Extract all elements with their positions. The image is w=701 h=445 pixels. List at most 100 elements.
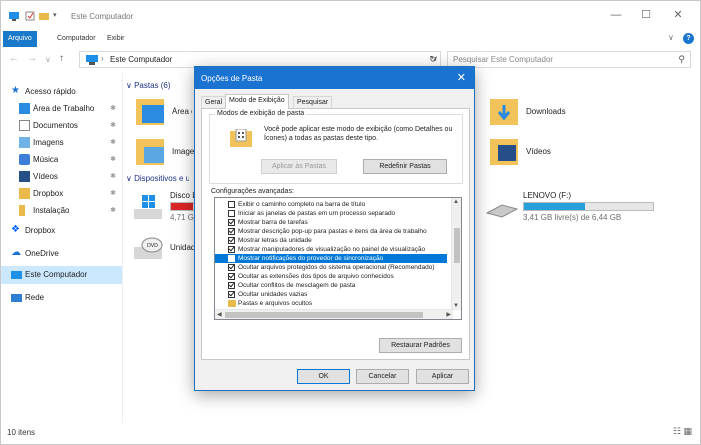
setting-checkbox[interactable] (228, 228, 235, 235)
cancel-button[interactable]: Cancelar (356, 369, 409, 384)
large-icons-view-icon[interactable]: ▦ (683, 426, 692, 436)
setting-checkbox[interactable] (228, 273, 235, 280)
scroll-up-icon[interactable]: ▲ (453, 199, 459, 205)
sidebar-item-label: OneDrive (25, 249, 59, 258)
advanced-settings-list[interactable]: Pastas e arquivos ocultos Ocultar unidade… (214, 197, 462, 320)
folder-area-de-trabalho[interactable]: Área de Trabalho (136, 95, 196, 131)
settings-row[interactable]: Mostrar letras da unidade (215, 236, 447, 245)
pin-icon[interactable]: ✱ (110, 189, 116, 197)
scroll-left-icon[interactable]: ◀ (217, 311, 222, 318)
scrollbar-thumb[interactable] (454, 228, 460, 263)
recent-dropdown-icon[interactable]: ∨ (45, 55, 51, 64)
tab-geral[interactable]: Geral (201, 96, 227, 108)
settings-row[interactable]: Pastas e arquivos ocultos (215, 299, 447, 308)
sidebar-item-label: Documentos (33, 121, 78, 130)
sidebar-item-onedrive[interactable]: ☁ OneDrive (1, 245, 122, 263)
computer-icon (11, 271, 22, 279)
setting-checkbox[interactable] (228, 255, 235, 262)
pin-icon[interactable]: ✱ (110, 121, 116, 129)
drive-disco-local[interactable]: Disco Local 4,71 GB livre(s) (134, 189, 196, 229)
settings-row[interactable]: Mostrar barra de tarefas (215, 218, 447, 227)
pin-icon[interactable]: ✱ (110, 206, 116, 214)
properties-icon[interactable] (25, 11, 35, 21)
scrollbar-thumb[interactable] (225, 312, 423, 318)
help-icon[interactable]: ? (683, 33, 694, 44)
minimize-button[interactable]: — (605, 7, 627, 23)
sidebar-item-imagens[interactable]: Imagens ✱ (1, 134, 122, 152)
breadcrumb[interactable]: Este Computador (110, 55, 172, 64)
horizontal-scrollbar[interactable]: ◀ ▶ (215, 309, 453, 319)
maximize-button[interactable]: ☐ (635, 7, 657, 23)
pin-icon[interactable]: ✱ (110, 172, 116, 180)
setting-checkbox[interactable] (228, 264, 235, 271)
setting-checkbox[interactable] (228, 237, 235, 244)
svg-text:DVD: DVD (147, 243, 158, 249)
setting-checkbox[interactable] (228, 201, 235, 208)
tab-pesquisar[interactable]: Pesquisar (293, 96, 333, 108)
setting-checkbox[interactable] (228, 219, 235, 226)
forward-arrow-icon[interactable]: → (27, 53, 37, 64)
sidebar-item-este-computador[interactable]: Este Computador (1, 266, 122, 284)
drive-lenovo[interactable]: LENOVO (F:) 3,41 GB livre(s) de 6,44 GB (486, 189, 666, 229)
drive-dvd[interactable]: DVD Unidade de DVD (134, 233, 196, 269)
close-button[interactable]: ✕ (667, 7, 689, 23)
up-arrow-icon[interactable]: ↑ (59, 53, 64, 64)
group-header-devices[interactable]: ∨ Dispositivos e unidades (126, 174, 189, 183)
back-arrow-icon[interactable]: ← (9, 53, 19, 64)
sidebar-item-rede[interactable]: Rede (1, 289, 122, 307)
dropbox-icon (19, 188, 30, 199)
tab-computador[interactable]: Computador (51, 31, 102, 47)
qa-dropdown-icon[interactable]: ▾ (53, 11, 57, 19)
new-folder-icon[interactable] (39, 11, 49, 21)
tab-modo-de-exibicao[interactable]: Modo de Exibição (225, 94, 289, 109)
scroll-right-icon[interactable]: ▶ (446, 311, 451, 318)
pin-icon[interactable]: ✱ (110, 104, 116, 112)
apply-to-folders-button[interactable]: Aplicar às Pastas (261, 159, 337, 174)
sidebar-item-label: Instalação (33, 206, 70, 215)
folder-downloads[interactable]: Downloads (490, 95, 650, 131)
reset-folders-button[interactable]: Redefinir Pastas (363, 159, 447, 174)
ok-button[interactable]: OK (297, 369, 350, 384)
folder-imagens[interactable]: Imagens (136, 135, 196, 171)
tab-exibir[interactable]: Exibir (101, 31, 131, 47)
search-input[interactable]: Pesquisar Este Computador ⚲ (447, 51, 691, 68)
details-view-icon[interactable]: ☷ (673, 426, 681, 436)
documents-icon (19, 120, 30, 131)
sidebar-item-area-de-trabalho[interactable]: Área de Trabalho ✱ (1, 100, 122, 118)
setting-label: Iniciar as janelas de pastas em um proce… (238, 210, 396, 217)
setting-checkbox[interactable] (228, 282, 235, 289)
settings-row[interactable]: Ocultar conflitos de mesclagem de pasta (215, 281, 447, 290)
apply-button[interactable]: Aplicar (416, 369, 469, 384)
vertical-scrollbar[interactable]: ▲ ▼ (451, 198, 461, 310)
settings-row[interactable]: Ocultar unidades vazias (215, 290, 447, 299)
settings-row[interactable]: Iniciar as janelas de pastas em um proce… (215, 209, 447, 218)
dialog-panel: Modos de exibição de pasta Você pode apl… (201, 108, 470, 360)
group-header-label: Dispositivos e unidades (134, 174, 190, 183)
folder-videos[interactable]: Vídeos (490, 135, 650, 171)
settings-row[interactable]: Ocultar arquivos protegidos do sistema o… (215, 263, 447, 272)
ribbon-expand-icon[interactable]: ∨ (668, 33, 674, 42)
scroll-down-icon[interactable]: ▼ (453, 303, 459, 309)
settings-row[interactable]: Ocultar as extensões dos tipos de arquiv… (215, 272, 447, 281)
sidebar-item-dropbox[interactable]: ❖ Dropbox (1, 222, 122, 240)
tab-arquivo[interactable]: Arquivo (3, 31, 37, 47)
settings-row[interactable]: Mostrar descrição pop-up para pastas e i… (215, 227, 447, 236)
pin-icon[interactable]: ✱ (110, 155, 116, 163)
group-header-folders[interactable]: ∨ Pastas (6) (126, 81, 171, 90)
setting-checkbox[interactable] (228, 246, 235, 253)
sidebar-item-acesso-rapido[interactable]: ★ Acesso rápido (1, 83, 122, 101)
settings-row[interactable]: Exibir o caminho completo na barra de tí… (215, 200, 447, 209)
setting-checkbox[interactable] (228, 210, 235, 217)
settings-row[interactable]: Mostrar notificações do provedor de sinc… (215, 254, 447, 263)
sidebar-item-documentos[interactable]: Documentos ✱ (1, 117, 122, 135)
sidebar-item-dropbox-pinned[interactable]: Dropbox ✱ (1, 185, 122, 203)
restore-defaults-button[interactable]: Restaurar Padrões (379, 338, 462, 353)
sidebar-item-videos[interactable]: Vídeos ✱ (1, 168, 122, 186)
dialog-close-icon[interactable]: ✕ (457, 71, 466, 84)
pin-icon[interactable]: ✱ (110, 138, 116, 146)
view-toggle[interactable]: ☷ ▦ (673, 426, 692, 437)
sidebar-item-musica[interactable]: Música ✱ (1, 151, 122, 169)
settings-row[interactable]: Mostrar manipuladores de visualização no… (215, 245, 447, 254)
setting-checkbox[interactable] (228, 291, 235, 298)
sidebar-item-instalacao[interactable]: Instalação ✱ (1, 202, 122, 220)
